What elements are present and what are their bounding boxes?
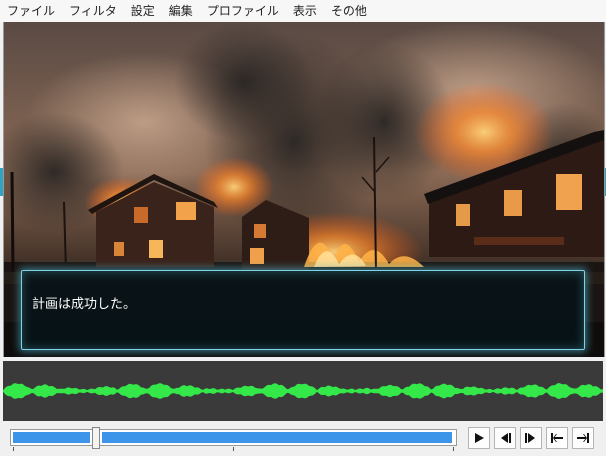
dialog-box: 計画は成功した。 — [21, 270, 585, 350]
menu-other[interactable]: その他 — [324, 0, 374, 22]
seek-fill-remaining — [102, 432, 452, 443]
seek-fill-played — [13, 432, 90, 443]
next-frame-button[interactable] — [520, 427, 542, 449]
menu-bar: ファイル フィルタ 設定 編集 プロファイル 表示 その他 — [0, 0, 606, 22]
step-back-icon — [501, 433, 511, 443]
prev-frame-button[interactable] — [494, 427, 516, 449]
go-start-button[interactable] — [546, 427, 568, 449]
play-button[interactable] — [468, 427, 490, 449]
menu-profile[interactable]: プロファイル — [200, 0, 286, 22]
seek-tick — [453, 447, 454, 451]
menu-edit[interactable]: 編集 — [162, 0, 200, 22]
menu-settings[interactable]: 設定 — [124, 0, 162, 22]
menu-file[interactable]: ファイル — [0, 0, 62, 22]
step-forward-icon — [525, 433, 535, 443]
play-icon — [475, 433, 484, 443]
video-preview[interactable]: 計画は成功した。 — [3, 22, 605, 357]
skip-to-end-icon — [577, 433, 589, 443]
seek-ticks — [10, 447, 457, 453]
seek-thumb[interactable] — [92, 427, 100, 449]
waveform-trace — [3, 383, 603, 399]
skip-to-start-icon — [551, 433, 563, 443]
seek-tick — [13, 447, 14, 451]
menu-view[interactable]: 表示 — [286, 0, 324, 22]
seek-bar[interactable] — [10, 427, 457, 449]
dialog-text: 計画は成功した。 — [32, 297, 137, 312]
waveform-graph — [3, 383, 603, 399]
menu-filter[interactable]: フィルタ — [62, 0, 124, 22]
seek-tick — [233, 447, 234, 451]
playback-controls — [0, 421, 606, 456]
go-end-button[interactable] — [572, 427, 594, 449]
audio-waveform[interactable] — [3, 361, 603, 421]
